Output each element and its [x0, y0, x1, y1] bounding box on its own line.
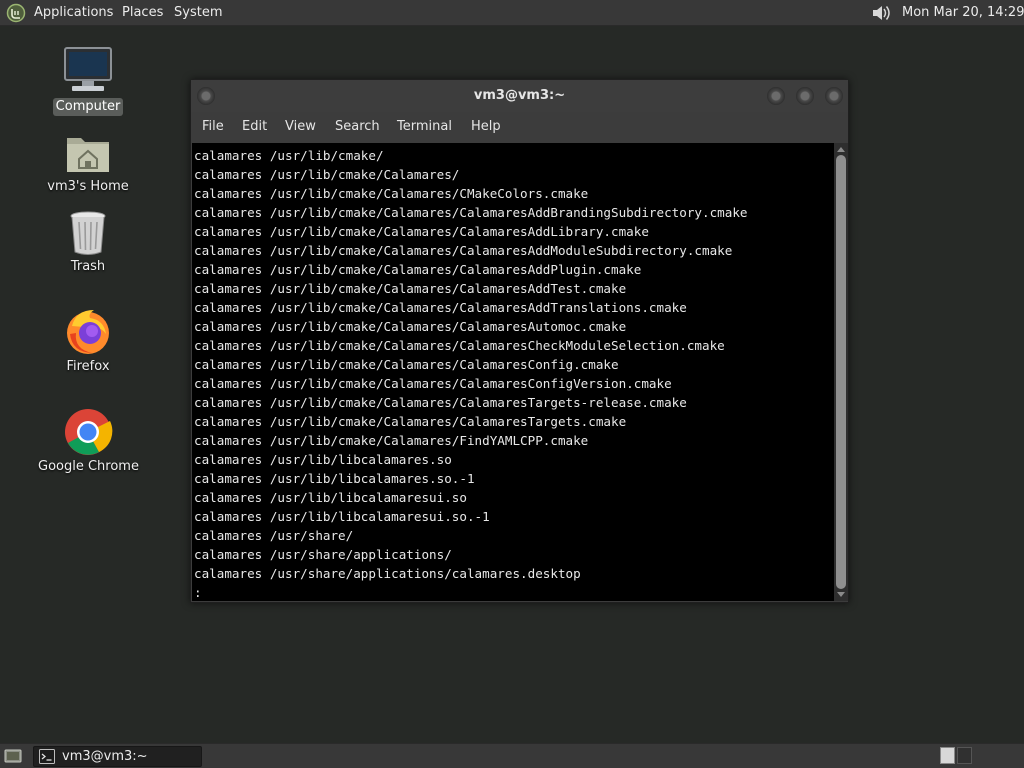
terminal-line: calamares /usr/lib/libcalamares.so.-1	[194, 471, 475, 486]
desktop-icon-firefox[interactable]: Firefox	[38, 306, 138, 382]
terminal-line: calamares /usr/lib/cmake/Calamares/Calam…	[194, 395, 687, 410]
terminal-line: calamares /usr/lib/cmake/Calamares/Calam…	[194, 414, 627, 429]
desktop-icon-chrome[interactable]: Google Chrome	[38, 406, 139, 482]
terminal-line: calamares /usr/share/applications/	[194, 547, 452, 562]
terminal-line: calamares /usr/lib/libcalamaresui.so	[194, 490, 467, 505]
menu-search[interactable]: Search	[335, 119, 380, 135]
menu-system[interactable]: System	[174, 5, 222, 21]
minimize-icon[interactable]	[767, 87, 785, 105]
desktop-icon-label: Firefox	[66, 359, 110, 374]
menu-edit[interactable]: Edit	[242, 119, 267, 135]
menu-places[interactable]: Places	[122, 5, 163, 21]
terminal-line: calamares /usr/share/applications/calama…	[194, 566, 581, 581]
scroll-up-icon[interactable]	[837, 147, 845, 152]
terminal-line: calamares /usr/lib/cmake/Calamares/	[194, 167, 460, 182]
terminal-line: calamares /usr/lib/cmake/Calamares/FindY…	[194, 433, 589, 448]
terminal-line: calamares /usr/lib/cmake/Calamares/CMake…	[194, 186, 589, 201]
show-desktop-icon[interactable]	[4, 748, 22, 764]
desktop-icon-home[interactable]: vm3's Home	[38, 126, 138, 202]
maximize-icon[interactable]	[796, 87, 814, 105]
menu-terminal[interactable]: Terminal	[397, 119, 452, 135]
terminal-output[interactable]: calamares /usr/lib/cmake/ calamares /usr…	[192, 143, 834, 601]
terminal-line: calamares /usr/lib/cmake/Calamares/Calam…	[194, 376, 672, 391]
terminal-line: calamares /usr/lib/cmake/Calamares/Calam…	[194, 300, 687, 315]
clock[interactable]: Mon Mar 20, 14:29	[902, 5, 1024, 21]
window-titlebar[interactable]: vm3@vm3:~	[191, 80, 848, 112]
home-folder-icon	[62, 128, 114, 178]
workspace-2-icon[interactable]	[957, 747, 972, 764]
desktop-icon-computer[interactable]: Computer	[38, 44, 138, 120]
mint-menu-icon[interactable]	[6, 3, 26, 23]
terminal-prompt-line: :	[194, 585, 202, 600]
terminal-scrollbar[interactable]	[834, 143, 848, 601]
volume-icon[interactable]	[870, 3, 892, 23]
terminal-line: calamares /usr/lib/cmake/Calamares/Calam…	[194, 224, 649, 239]
scroll-down-icon[interactable]	[837, 592, 845, 597]
terminal-line: calamares /usr/lib/libcalamaresui.so.-1	[194, 509, 490, 524]
desktop-icon-label: Trash	[70, 259, 106, 274]
bottom-panel: vm3@vm3:~	[0, 743, 1024, 768]
terminal-icon	[39, 749, 55, 764]
terminal-window: vm3@vm3:~ File Edit View Search Terminal…	[190, 79, 849, 603]
computer-icon	[62, 46, 114, 96]
terminal-line: calamares /usr/share/	[194, 528, 354, 543]
menu-applications[interactable]: Applications	[34, 5, 113, 21]
desktop-icon-label: Computer	[53, 98, 123, 116]
desktop-icon-trash[interactable]: Trash	[38, 206, 138, 282]
close-icon[interactable]	[825, 87, 843, 105]
scrollbar-thumb[interactable]	[836, 155, 846, 589]
menu-view[interactable]: View	[285, 119, 316, 135]
terminal-line: calamares /usr/lib/cmake/Calamares/Calam…	[194, 319, 627, 334]
terminal-line: calamares /usr/lib/libcalamares.so	[194, 452, 452, 467]
terminal-line: calamares /usr/lib/cmake/	[194, 148, 384, 163]
terminal-line: calamares /usr/lib/cmake/Calamares/Calam…	[194, 243, 733, 258]
terminal-line: calamares /usr/lib/cmake/Calamares/Calam…	[194, 281, 627, 296]
trash-icon	[62, 208, 114, 258]
terminal-line: calamares /usr/lib/cmake/Calamares/Calam…	[194, 357, 619, 372]
workspace-switcher-icon[interactable]	[940, 747, 955, 764]
firefox-icon	[62, 306, 114, 356]
terminal-line: calamares /usr/lib/cmake/Calamares/Calam…	[194, 262, 642, 277]
window-title: vm3@vm3:~	[473, 88, 566, 103]
menu-help[interactable]: Help	[471, 119, 501, 135]
menu-file[interactable]: File	[202, 119, 224, 135]
top-panel: Applications Places System Mon Mar 20, 1…	[0, 0, 1024, 26]
terminal-menubar: File Edit View Search Terminal Help	[191, 112, 848, 142]
chrome-icon	[62, 406, 114, 456]
terminal-line: calamares /usr/lib/cmake/Calamares/Calam…	[194, 205, 748, 220]
terminal-line: calamares /usr/lib/cmake/Calamares/Calam…	[194, 338, 725, 353]
taskbar-terminal-button[interactable]: vm3@vm3:~	[33, 746, 202, 767]
desktop-icon-label: Google Chrome	[38, 459, 139, 474]
taskbar-label: vm3@vm3:~	[62, 749, 148, 764]
desktop-icon-label: vm3's Home	[47, 179, 129, 194]
terminal-lines: calamares /usr/lib/cmake/ calamares /usr…	[194, 146, 748, 602]
